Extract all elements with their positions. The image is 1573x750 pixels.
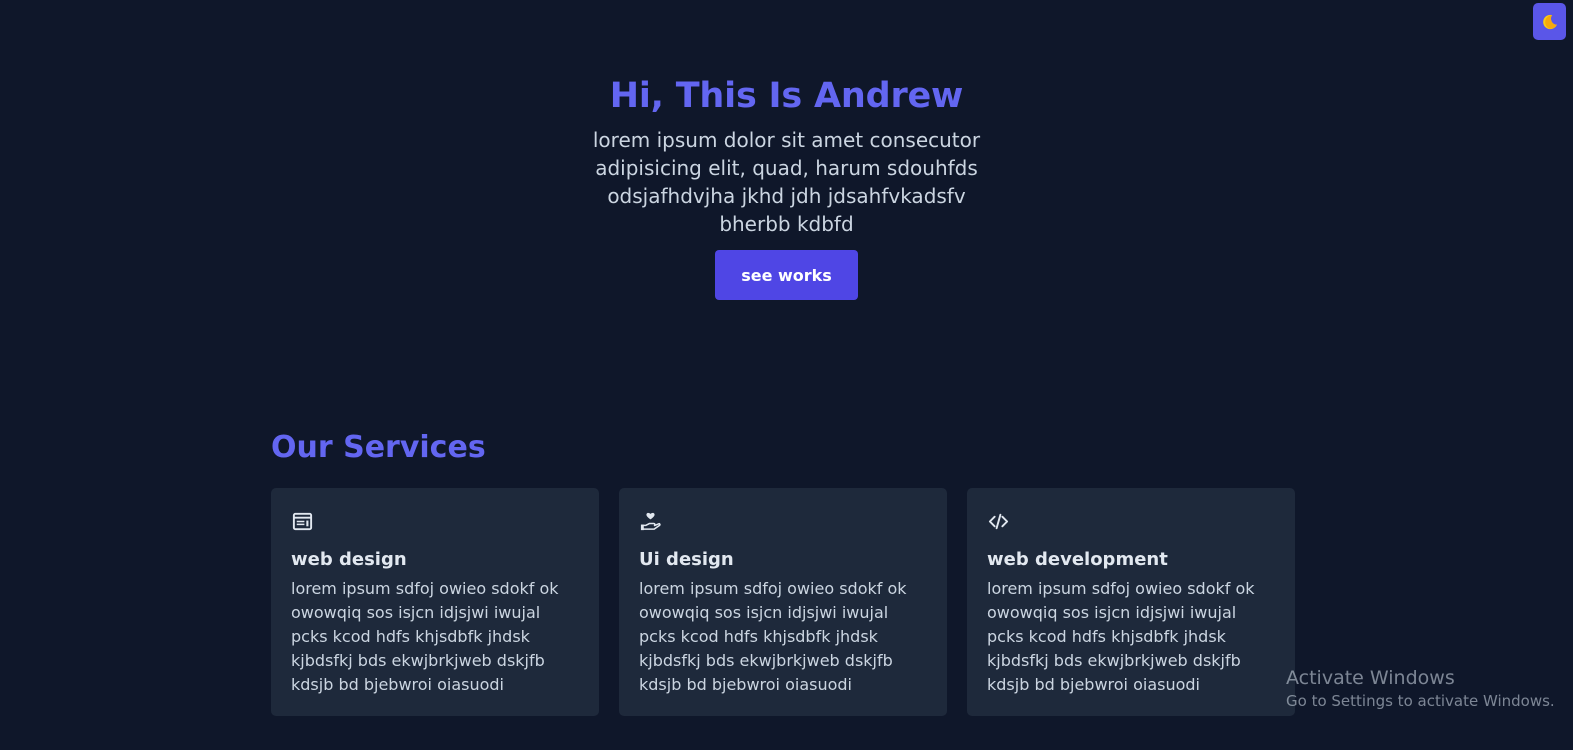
hero-title: Hi, This Is Andrew xyxy=(609,76,964,116)
windows-activation-watermark: Activate Windows Go to Settings to activ… xyxy=(1286,666,1555,712)
moon-icon xyxy=(1541,13,1559,31)
services-section: Our Services web design lorem ipsum sdfo… xyxy=(271,428,1299,716)
see-works-button[interactable]: see works xyxy=(715,250,858,300)
hero-description: lorem ipsum dolor sit amet consecutor ad… xyxy=(592,128,981,236)
service-card-ui-design: Ui design lorem ipsum sdfoj owieo sdokf … xyxy=(619,488,947,716)
activation-title: Activate Windows xyxy=(1286,667,1455,689)
service-card-title: Ui design xyxy=(639,549,734,570)
services-title: Our Services xyxy=(271,430,486,465)
service-card-title: web design xyxy=(291,549,407,570)
service-card-description: lorem ipsum sdfoj owieo sdokf ok owowqiq… xyxy=(639,579,907,694)
code-icon xyxy=(988,513,1009,530)
browser-window-icon xyxy=(292,512,313,531)
service-card-web-design: web design lorem ipsum sdfoj owieo sdokf… xyxy=(271,488,599,716)
service-card-web-development: web development lorem ipsum sdfoj owieo … xyxy=(967,488,1295,716)
heart-hand-icon xyxy=(640,512,661,531)
theme-toggle-button[interactable] xyxy=(1533,3,1566,40)
hero-section: Hi, This Is Andrew lorem ipsum dolor sit… xyxy=(0,72,1573,300)
service-card-list: web design lorem ipsum sdfoj owieo sdokf… xyxy=(271,488,1299,716)
activation-subtitle: Go to Settings to activate Windows. xyxy=(1286,692,1555,710)
service-card-description: lorem ipsum sdfoj owieo sdokf ok owowqiq… xyxy=(987,579,1255,694)
service-card-title: web development xyxy=(987,549,1168,570)
service-card-description: lorem ipsum sdfoj owieo sdokf ok owowqiq… xyxy=(291,579,559,694)
